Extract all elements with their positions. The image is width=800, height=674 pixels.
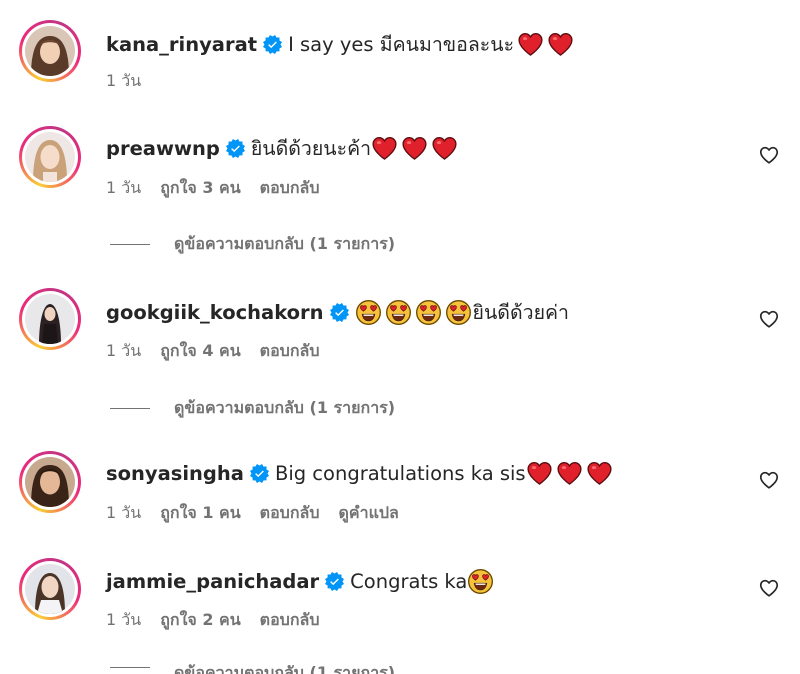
comment-time[interactable]: 1 วัน	[106, 501, 141, 526]
comment-text: ยินดีด้วยค่า	[473, 297, 569, 328]
comment-time[interactable]: 1 วัน	[106, 339, 141, 364]
avatar[interactable]	[19, 126, 81, 188]
comment-item: sonyasingha Big congratulations ka sis 1…	[0, 443, 800, 533]
avatar[interactable]	[19, 558, 81, 620]
reply-button[interactable]: ตอบกลับ	[260, 176, 320, 201]
like-count[interactable]: ถูกใจ 2 คน	[160, 608, 240, 633]
avatar-photo	[25, 132, 75, 182]
avatar[interactable]	[19, 288, 81, 350]
username[interactable]: preawwnp	[106, 137, 220, 160]
red-heart-emoji	[401, 135, 428, 162]
divider	[110, 244, 150, 245]
divider	[110, 408, 150, 409]
heart-outline-icon[interactable]	[758, 577, 780, 599]
heart-outline-icon[interactable]	[758, 469, 780, 491]
username[interactable]: kana_rinyarat	[106, 33, 257, 56]
view-replies-label: ดูข้อความตอบกลับ (1 รายการ)	[174, 661, 395, 674]
red-heart-emoji	[371, 135, 398, 162]
heart-eyes-emoji	[467, 568, 494, 595]
comment-text: Big congratulations ka sis	[275, 462, 526, 485]
red-heart-emoji	[547, 31, 574, 58]
red-heart-emoji	[431, 135, 458, 162]
view-replies-label: ดูข้อความตอบกลับ (1 รายการ)	[174, 396, 395, 421]
verified-badge-icon	[325, 572, 344, 591]
see-translation-button[interactable]: ดูคำแปล	[338, 501, 398, 526]
verified-badge-icon	[263, 35, 282, 54]
avatar[interactable]	[19, 451, 81, 513]
red-heart-emoji	[586, 460, 613, 487]
comment-item: preawwnp ยินดีด้วยนะค้า 1 วัน ถูกใจ 3 คน…	[0, 116, 800, 206]
comment-time[interactable]: 1 วัน	[106, 608, 141, 633]
heart-eyes-emoji	[415, 299, 442, 326]
comment-time[interactable]: 1 วัน	[106, 69, 141, 94]
username[interactable]: jammie_panichadar	[106, 570, 319, 593]
username[interactable]: gookgiik_kochakorn	[106, 301, 324, 324]
verified-badge-icon	[250, 464, 269, 483]
red-heart-emoji	[556, 460, 583, 487]
red-heart-emoji	[517, 31, 544, 58]
comment-time[interactable]: 1 วัน	[106, 176, 141, 201]
view-replies-button[interactable]: ดูข้อความตอบกลับ (1 รายการ)	[110, 232, 395, 256]
reply-button[interactable]: ตอบกลับ	[260, 501, 320, 526]
reply-button[interactable]: ตอบกลับ	[260, 339, 320, 364]
verified-badge-icon	[226, 139, 245, 158]
avatar-photo	[25, 564, 75, 614]
comment-text: I say yes มีคนมาขอละนะ	[288, 29, 514, 60]
username[interactable]: sonyasingha	[106, 462, 244, 485]
heart-outline-icon[interactable]	[758, 308, 780, 330]
avatar-photo	[25, 457, 75, 507]
avatar-photo	[25, 294, 75, 344]
comment-text: Congrats ka	[350, 570, 467, 593]
like-count[interactable]: ถูกใจ 4 คน	[160, 339, 240, 364]
verified-badge-icon	[330, 303, 349, 322]
comment-item: kana_rinyarat I say yes มีคนมาขอละนะ 1 ว…	[0, 10, 800, 100]
red-heart-emoji	[526, 460, 553, 487]
view-replies-button[interactable]: ดูข้อความตอบกลับ (1 รายการ)	[110, 396, 395, 420]
heart-eyes-emoji	[355, 299, 382, 326]
heart-outline-icon[interactable]	[758, 144, 780, 166]
comment-item: jammie_panichadar Congrats ka 1 วัน ถูกใ…	[0, 551, 800, 641]
view-replies-label: ดูข้อความตอบกลับ (1 รายการ)	[174, 232, 395, 257]
avatar[interactable]	[19, 20, 81, 82]
comment-item: gookgiik_kochakorn ยินดีด้วยค่า 1 วัน ถู…	[0, 280, 800, 370]
like-count[interactable]: ถูกใจ 3 คน	[160, 176, 240, 201]
like-count[interactable]: ถูกใจ 1 คน	[160, 501, 240, 526]
divider	[110, 667, 150, 668]
heart-eyes-emoji	[385, 299, 412, 326]
reply-button[interactable]: ตอบกลับ	[260, 608, 320, 633]
comment-text: ยินดีด้วยนะค้า	[251, 133, 371, 164]
heart-eyes-emoji	[445, 299, 472, 326]
view-replies-button[interactable]: ดูข้อความตอบกลับ (1 รายการ)	[110, 660, 395, 674]
avatar-photo	[25, 26, 75, 76]
